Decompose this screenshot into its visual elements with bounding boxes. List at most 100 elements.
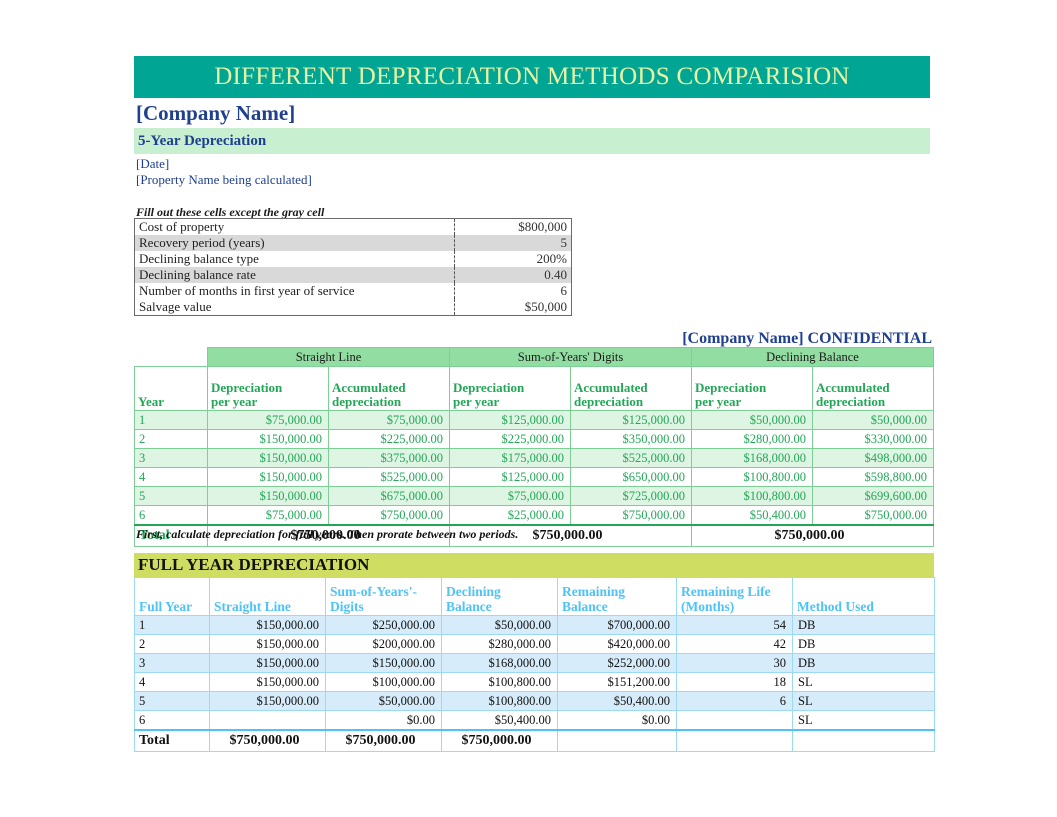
header-line-1: Depreciation bbox=[211, 380, 283, 395]
cell-straight-line: $150,000.00 bbox=[209, 634, 326, 654]
cell-sl-dep: $150,000.00 bbox=[207, 429, 329, 449]
cell-syd: $150,000.00 bbox=[325, 653, 442, 673]
header-line-2: depreciation bbox=[332, 394, 402, 409]
cell-db-acc: $699,600.00 bbox=[811, 486, 935, 506]
prorate-note: First, calculate depreciation for full y… bbox=[136, 527, 519, 541]
cell-syd-acc: $350,000.00 bbox=[570, 429, 692, 449]
cell-sl-dep: $150,000.00 bbox=[207, 467, 329, 487]
cell-syd-acc: $725,000.00 bbox=[570, 486, 692, 506]
property-name-placeholder: [Property Name being calculated] bbox=[136, 172, 312, 187]
header-line-1: Accumulated bbox=[332, 380, 406, 395]
comparison-header-row: Year Depreciation per year Accumulated d… bbox=[134, 366, 935, 411]
total-method-blank bbox=[792, 729, 935, 752]
cell-syd-acc: $125,000.00 bbox=[570, 410, 692, 430]
cell-sl-dep: $75,000.00 bbox=[207, 410, 329, 430]
full-year-banner: FULL YEAR DEPRECIATION bbox=[134, 553, 934, 579]
table-row: 2 $150,000.00 $225,000.00 $225,000.00 $3… bbox=[134, 429, 935, 449]
cell-remaining-life: 18 bbox=[676, 672, 793, 692]
cell-syd: $200,000.00 bbox=[325, 634, 442, 654]
total-remaining-life-blank bbox=[676, 729, 793, 752]
total-straight-line: $750,000.00 bbox=[209, 729, 326, 752]
col-header-sl-depreciation: Depreciation per year bbox=[207, 366, 329, 411]
cell-year: 6 bbox=[134, 710, 210, 731]
header-line-1: Depreciation bbox=[453, 380, 525, 395]
col-header-remaining-balance: Remaining Balance bbox=[557, 577, 677, 616]
cell-db-dep: $100,800.00 bbox=[691, 486, 813, 506]
cell-syd-dep: $125,000.00 bbox=[449, 410, 571, 430]
cell-db-acc: $498,000.00 bbox=[811, 448, 935, 468]
cell-sl-dep: $150,000.00 bbox=[207, 486, 329, 506]
cell-db-dep: $100,800.00 bbox=[691, 467, 813, 487]
group-header-straight-line: Straight Line bbox=[207, 347, 450, 367]
col-header-remaining-life: Remaining Life (Months) bbox=[676, 577, 793, 616]
cell-sl-acc: $525,000.00 bbox=[328, 467, 450, 487]
company-name-text: [Company Name] bbox=[136, 100, 296, 125]
cell-year: 3 bbox=[134, 448, 208, 468]
cell-declining-balance: $100,800.00 bbox=[441, 691, 558, 711]
cell-declining-balance: $168,000.00 bbox=[441, 653, 558, 673]
total-declining-balance: $750,000.00 bbox=[690, 524, 935, 547]
cell-db-dep: $280,000.00 bbox=[691, 429, 813, 449]
cell-remaining-life: 54 bbox=[676, 615, 793, 635]
param-value[interactable]: 5 bbox=[454, 235, 572, 251]
param-row: Declining balance rate 0.40 bbox=[134, 267, 572, 283]
cell-sl-acc: $750,000.00 bbox=[328, 505, 450, 526]
cell-remaining-life: 30 bbox=[676, 653, 793, 673]
cell-db-dep: $50,000.00 bbox=[691, 410, 813, 430]
full-year-head: Full Year Straight Line Sum-of-Years'- D… bbox=[134, 577, 935, 616]
cell-year: 2 bbox=[134, 429, 208, 449]
input-parameters-body: Cost of property $800,000 Recovery perio… bbox=[134, 218, 572, 316]
cell-syd-dep: $125,000.00 bbox=[449, 467, 571, 487]
page-title: DIFFERENT DEPRECIATION METHODS COMPARISI… bbox=[214, 63, 850, 90]
cell-year: 1 bbox=[134, 410, 208, 430]
company-name-heading: [Company Name] bbox=[136, 100, 930, 126]
col-header-syd-accumulated: Accumulated depreciation bbox=[570, 366, 692, 411]
param-label: Salvage value bbox=[139, 299, 212, 314]
param-value[interactable]: 6 bbox=[454, 283, 572, 299]
confidential-label: [Company Name] CONFIDENTIAL bbox=[682, 330, 932, 347]
header-line-1: Depreciation bbox=[695, 380, 767, 395]
param-row: Number of months in first year of servic… bbox=[135, 283, 572, 299]
cell-syd-acc: $750,000.00 bbox=[570, 505, 692, 526]
cell-year: 5 bbox=[134, 486, 208, 506]
col-header-full-year: Full Year bbox=[134, 577, 210, 616]
cell-straight-line: $150,000.00 bbox=[209, 653, 326, 673]
param-row: Salvage value $50,000 bbox=[135, 299, 572, 316]
full-year-total-row: Total $750,000.00 $750,000.00 $750,000.0… bbox=[134, 729, 935, 752]
header-line-1: Remaining bbox=[562, 584, 626, 599]
depreciation-comparison-table: Straight Line Sum-of-Years' Digits Decli… bbox=[134, 347, 935, 547]
cell-remaining-balance: $50,400.00 bbox=[557, 691, 677, 711]
full-year-body: 1 $150,000.00 $250,000.00 $50,000.00 $70… bbox=[134, 615, 935, 752]
cell-method-used: DB bbox=[792, 615, 935, 635]
param-label: Recovery period (years) bbox=[134, 235, 455, 251]
table-row: 2 $150,000.00 $200,000.00 $280,000.00 $4… bbox=[134, 634, 935, 654]
col-header-straight-line: Straight Line bbox=[209, 577, 326, 616]
cell-year: 4 bbox=[134, 672, 210, 692]
total-label: Total bbox=[134, 729, 210, 752]
full-year-banner-text: FULL YEAR DEPRECIATION bbox=[138, 555, 370, 574]
col-header-db-depreciation: Depreciation per year bbox=[691, 366, 813, 411]
table-row: 5 $150,000.00 $50,000.00 $100,800.00 $50… bbox=[134, 691, 935, 711]
param-value[interactable]: $800,000 bbox=[454, 218, 572, 235]
cell-sl-dep: $150,000.00 bbox=[207, 448, 329, 468]
header-line-1: Accumulated bbox=[574, 380, 648, 395]
param-label: Number of months in first year of servic… bbox=[139, 283, 355, 298]
cell-db-acc: $598,800.00 bbox=[811, 467, 935, 487]
param-value[interactable]: 200% bbox=[454, 251, 572, 267]
comparison-head: Straight Line Sum-of-Years' Digits Decli… bbox=[134, 347, 935, 411]
col-header-db-accumulated: Accumulated depreciation bbox=[811, 366, 935, 411]
cell-straight-line: $150,000.00 bbox=[209, 615, 326, 635]
cell-sl-acc: $675,000.00 bbox=[328, 486, 450, 506]
param-value[interactable]: $50,000 bbox=[454, 299, 572, 316]
cell-method-used: DB bbox=[792, 653, 935, 673]
param-value[interactable]: 0.40 bbox=[454, 267, 572, 283]
table-row: 6 $0.00 $50,400.00 $0.00 SL bbox=[134, 710, 935, 731]
cell-method-used: SL bbox=[792, 710, 935, 731]
cell-db-acc: $50,000.00 bbox=[811, 410, 935, 430]
cell-syd-acc: $525,000.00 bbox=[570, 448, 692, 468]
param-label: Declining balance type bbox=[139, 251, 259, 266]
cell-declining-balance: $50,400.00 bbox=[441, 710, 558, 731]
cell-year: 3 bbox=[134, 653, 210, 673]
col-header-year: Year bbox=[134, 366, 208, 411]
cell-declining-balance: $280,000.00 bbox=[441, 634, 558, 654]
